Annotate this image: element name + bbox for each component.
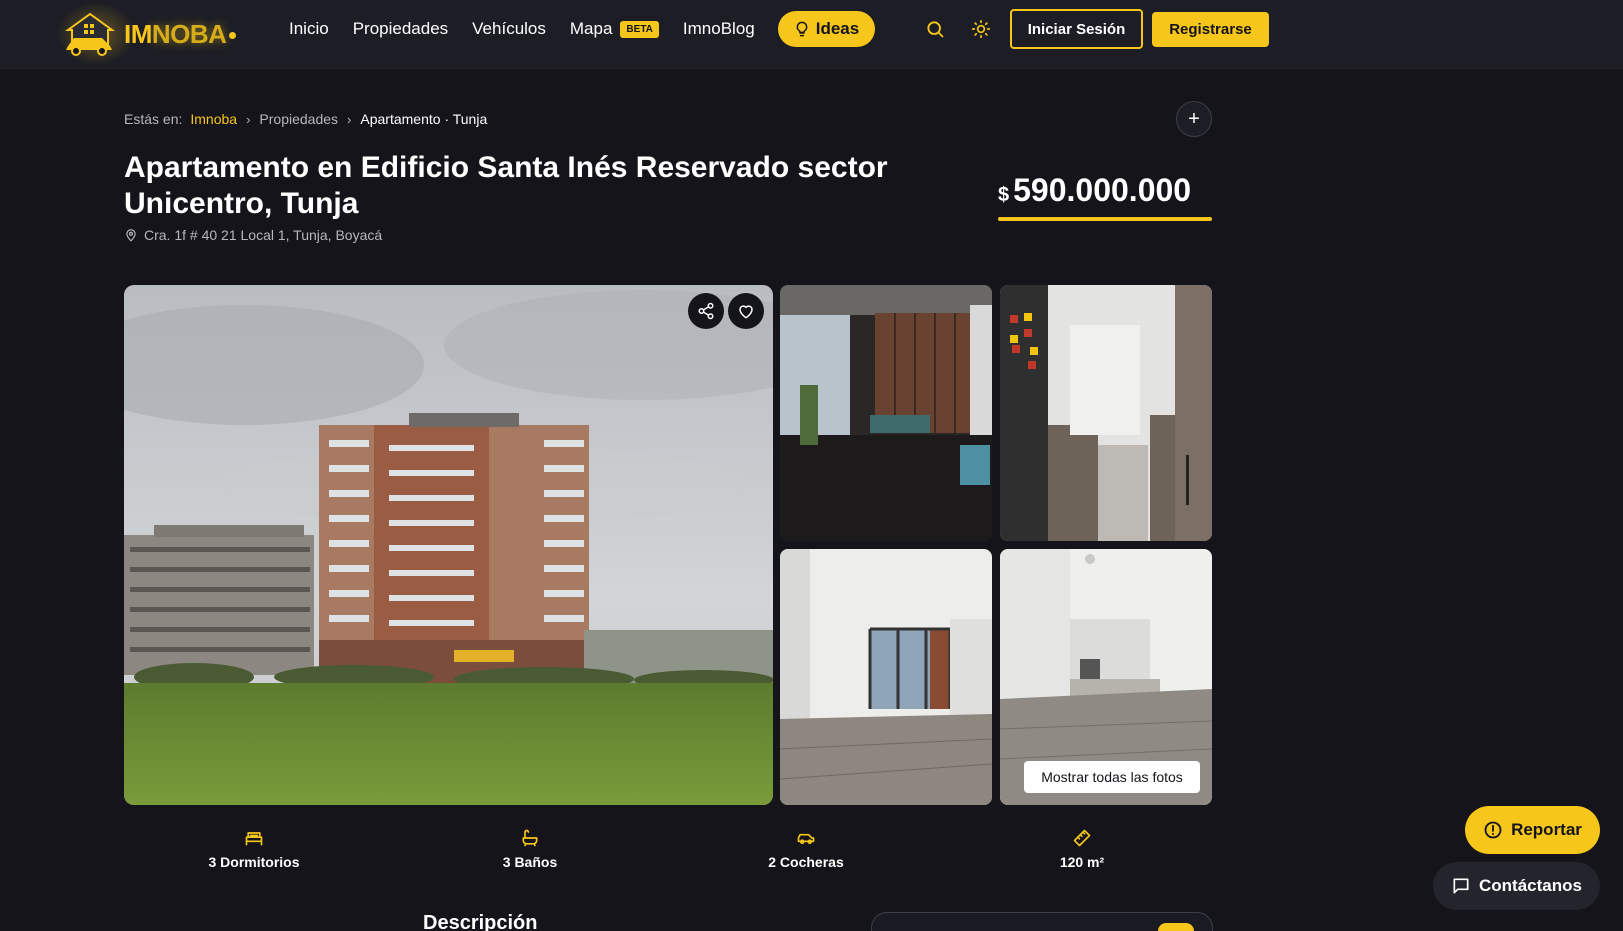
lightbulb-icon [796,21,808,37]
ruler-icon [1073,829,1091,847]
logo-noba-text: NOBA [151,18,227,49]
feature-garages: 2 Cocheras [706,828,906,870]
nav-mapa-label: Mapa [569,19,613,38]
plus-icon[interactable]: + [1176,101,1212,137]
contact-side-card [871,912,1213,931]
logo-dot [229,32,237,40]
share-icon[interactable] [688,293,724,329]
beta-badge: BETA [620,20,659,38]
breadcrumb-imnoba[interactable]: Imnoba [190,111,237,127]
nav-propiedades[interactable]: Propiedades [353,19,448,39]
heart-favorite-icon[interactable] [728,293,764,329]
sun-theme-toggle-icon[interactable] [969,17,993,41]
bathtub-icon [522,829,538,847]
contact-label: Contáctanos [1479,876,1582,895]
feature-area-label: 120 m² [1059,854,1105,870]
report-label: Reportar [1511,820,1582,839]
price-underline [998,217,1212,221]
main-photo-building[interactable] [124,285,773,805]
logo-house-car-icon [64,12,116,56]
ideas-button[interactable]: Ideas [778,11,875,47]
breadcrumb-prefix: Estás en: [124,111,183,127]
side-card-accent [1158,923,1194,931]
main-nav: Inicio Propiedades Vehículos Mapa BETA I… [289,0,779,58]
photo-bedroom[interactable] [780,549,992,805]
bed-icon [245,832,263,846]
nav-vehiculos[interactable]: Vehículos [472,19,546,39]
logo-im-text: IM [124,18,152,49]
listing-title: Apartamento en Edificio Santa Inés Reser… [124,151,888,220]
chat-bubble-icon [1453,878,1469,894]
breadcrumb-current: Apartamento · Tunja [360,111,488,127]
breadcrumb: Estás en: Imnoba › Propiedades › Apartam… [124,110,487,128]
listing-price: $ 590.000.000 [998,172,1191,218]
feature-bedrooms-label: 3 Dormitorios [208,854,300,870]
breadcrumb-chevron-icon: › [347,111,352,127]
report-button[interactable]: Reportar [1465,806,1600,854]
feature-area: 120 m² [982,828,1182,870]
price-currency: $ [998,184,1010,206]
description-heading: Descripción [423,912,538,931]
register-button[interactable]: Registrarse [1152,12,1269,47]
imnoba-logo[interactable]: IMNOBA [56,2,252,66]
feature-garages-label: 2 Cocheras [768,854,844,870]
feature-bathrooms: 3 Baños [430,828,630,870]
nav-imnoblog[interactable]: ImnoBlog [683,19,755,39]
search-icon[interactable] [923,17,947,41]
alert-circle-icon [1484,821,1502,839]
map-pin-icon [126,229,136,242]
nav-mapa[interactable]: Mapa BETA [570,19,659,39]
breadcrumb-chevron-icon: › [246,111,251,127]
nav-inicio[interactable]: Inicio [289,19,329,39]
logo-wordmark: IMNOBA [124,18,237,50]
address-text: Cra. 1f # 40 21 Local 1, Tunja, Boyacá [144,227,383,243]
breadcrumb-propiedades[interactable]: Propiedades [259,111,338,127]
show-all-photos-button[interactable]: Mostrar todas las fotos [1024,761,1200,793]
listing-address: Cra. 1f # 40 21 Local 1, Tunja, Boyacá [124,227,382,243]
contact-button[interactable]: Contáctanos [1433,862,1600,910]
photo-kitchen[interactable] [1000,285,1212,541]
photo-lobby[interactable] [780,285,992,541]
feature-bedrooms: 3 Dormitorios [154,828,354,870]
feature-bathrooms-label: 3 Baños [502,854,558,870]
ideas-label: Ideas [815,19,860,38]
top-navbar: IMNOBA Inicio Propiedades Vehículos Mapa… [0,0,1623,69]
login-button[interactable]: Iniciar Sesión [1010,9,1143,49]
price-value: 590.000.000 [1013,172,1192,208]
car-icon [797,833,815,845]
